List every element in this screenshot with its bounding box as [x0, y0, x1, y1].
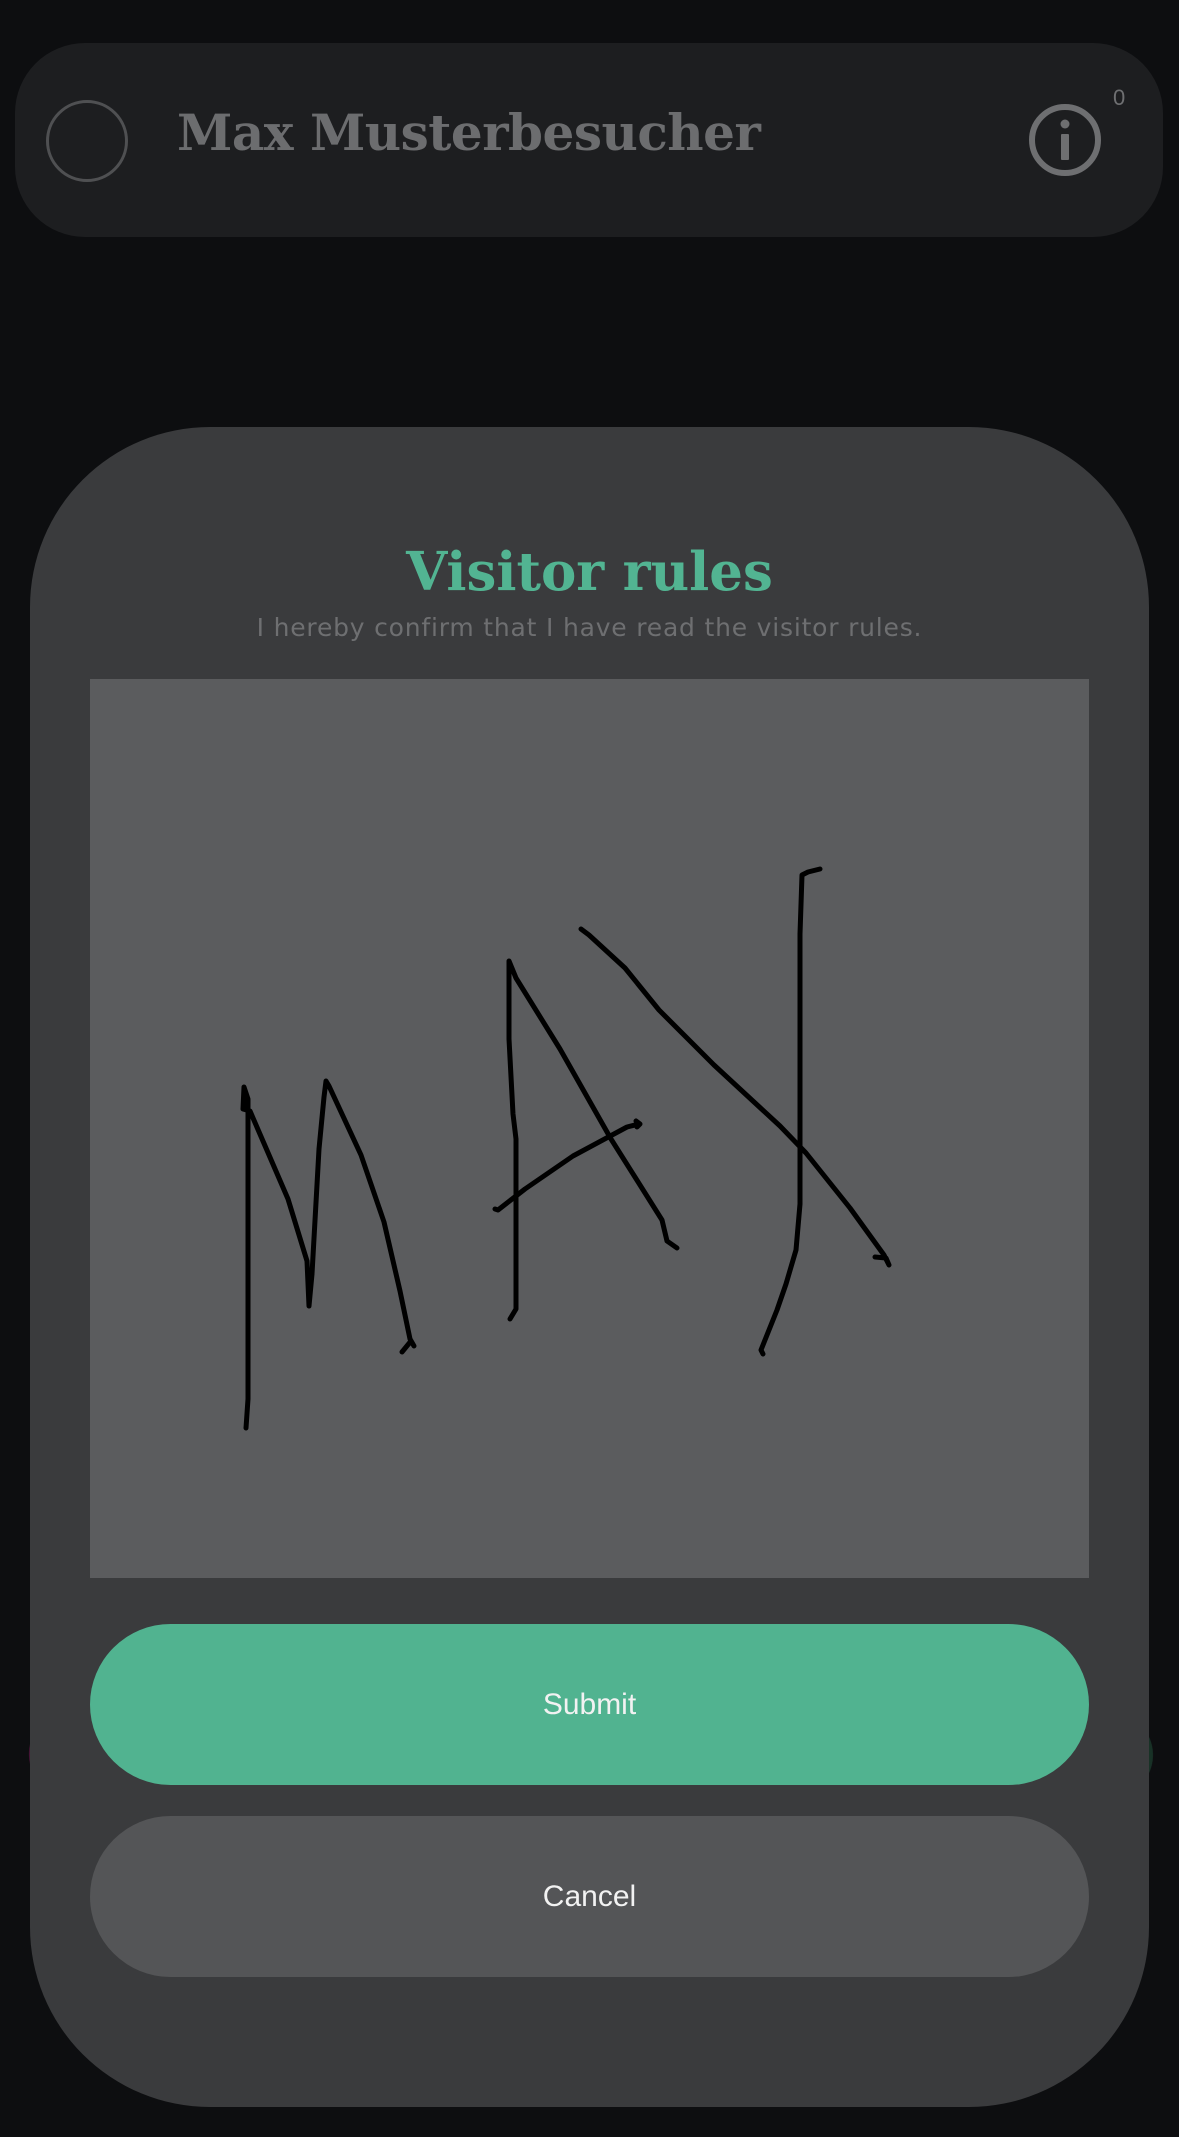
user-name: Max Musterbesucher — [177, 103, 761, 162]
avatar[interactable] — [46, 100, 128, 182]
cancel-button[interactable]: Cancel — [90, 1816, 1089, 1977]
info-count-badge: 0 — [1113, 85, 1126, 110]
dialog-title: Visitor rules — [406, 541, 773, 603]
signature-pad[interactable] — [90, 679, 1089, 1578]
header-card: Max Musterbesucher 0 — [15, 43, 1163, 237]
submit-button[interactable]: Submit — [90, 1624, 1089, 1785]
visitor-rules-dialog: Visitor rules I hereby confirm that I ha… — [30, 427, 1149, 2107]
dialog-subtitle: I hereby confirm that I have read the vi… — [256, 613, 923, 642]
signature-drawing — [240, 866, 892, 1431]
info-icon[interactable] — [1027, 102, 1103, 178]
